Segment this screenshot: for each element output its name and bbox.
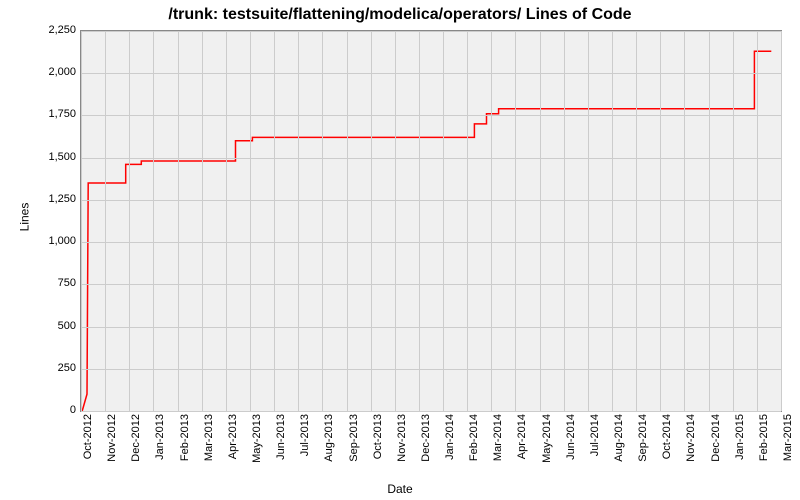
grid-line-v [515, 31, 516, 411]
grid-line-v [178, 31, 179, 411]
y-tick: 1,500 [26, 151, 76, 163]
x-tick: Nov-2014 [685, 414, 697, 474]
grid-line-v [153, 31, 154, 411]
y-tick: 500 [26, 320, 76, 332]
x-tick: Oct-2012 [82, 414, 94, 474]
x-tick: Jul-2013 [299, 414, 311, 474]
x-tick: Apr-2013 [227, 414, 239, 474]
y-tick: 1,250 [26, 193, 76, 205]
grid-line-v [129, 31, 130, 411]
x-tick: Dec-2013 [420, 414, 432, 474]
y-tick: 250 [26, 362, 76, 374]
grid-line-v [709, 31, 710, 411]
grid-line-v [588, 31, 589, 411]
loc-chart: /trunk: testsuite/flattening/modelica/op… [0, 0, 800, 500]
grid-line-v [684, 31, 685, 411]
grid-line-v [419, 31, 420, 411]
grid-line-v [322, 31, 323, 411]
x-tick: Nov-2012 [106, 414, 118, 474]
grid-line-v [781, 31, 782, 411]
grid-line-v [274, 31, 275, 411]
x-tick: Feb-2014 [468, 414, 480, 474]
grid-line-h [81, 73, 781, 74]
x-tick: Aug-2013 [323, 414, 335, 474]
x-tick: Jun-2014 [565, 414, 577, 474]
x-tick: Apr-2014 [516, 414, 528, 474]
chart-title: /trunk: testsuite/flattening/modelica/op… [0, 6, 800, 24]
grid-line-v [467, 31, 468, 411]
grid-line-v [540, 31, 541, 411]
grid-line-v [491, 31, 492, 411]
y-tick: 2,000 [26, 66, 76, 78]
grid-line-h [81, 115, 781, 116]
x-tick: Aug-2014 [613, 414, 625, 474]
x-tick: Mar-2013 [203, 414, 215, 474]
y-tick: 1,750 [26, 108, 76, 120]
x-tick: Sep-2014 [637, 414, 649, 474]
grid-line-h [81, 200, 781, 201]
x-tick: Oct-2014 [661, 414, 673, 474]
x-tick: Mar-2014 [492, 414, 504, 474]
x-tick: Mar-2015 [782, 414, 794, 474]
y-tick: 0 [26, 404, 76, 416]
x-tick: Oct-2013 [372, 414, 384, 474]
x-tick: Nov-2013 [396, 414, 408, 474]
grid-line-h [81, 31, 781, 32]
x-tick: Feb-2015 [758, 414, 770, 474]
grid-line-v [298, 31, 299, 411]
y-axis-label: Lines [17, 203, 31, 232]
x-tick: May-2014 [541, 414, 553, 474]
grid-line-v [636, 31, 637, 411]
grid-line-h [81, 158, 781, 159]
x-tick: Jan-2014 [444, 414, 456, 474]
x-tick: Sep-2013 [348, 414, 360, 474]
grid-line-v [733, 31, 734, 411]
grid-line-h [81, 242, 781, 243]
grid-line-v [202, 31, 203, 411]
grid-line-v [81, 31, 82, 411]
grid-line-h [81, 327, 781, 328]
x-tick: May-2013 [251, 414, 263, 474]
grid-line-v [443, 31, 444, 411]
x-tick: Dec-2012 [130, 414, 142, 474]
grid-line-v [395, 31, 396, 411]
y-tick: 2,250 [26, 24, 76, 36]
x-tick: Jan-2013 [154, 414, 166, 474]
grid-line-v [371, 31, 372, 411]
x-tick: Feb-2013 [179, 414, 191, 474]
grid-line-h [81, 284, 781, 285]
x-axis-label: Date [0, 482, 800, 496]
x-tick: Jan-2015 [734, 414, 746, 474]
grid-line-v [660, 31, 661, 411]
data-line [81, 31, 781, 411]
x-tick: Dec-2014 [710, 414, 722, 474]
x-tick: Jul-2014 [589, 414, 601, 474]
grid-line-v [612, 31, 613, 411]
grid-line-h [81, 369, 781, 370]
grid-line-h [81, 411, 781, 412]
y-tick: 750 [26, 277, 76, 289]
grid-line-v [105, 31, 106, 411]
grid-line-v [226, 31, 227, 411]
x-tick: Jun-2013 [275, 414, 287, 474]
grid-line-v [757, 31, 758, 411]
grid-line-v [347, 31, 348, 411]
grid-line-v [250, 31, 251, 411]
plot-area [80, 30, 782, 412]
y-tick: 1,000 [26, 235, 76, 247]
grid-line-v [564, 31, 565, 411]
